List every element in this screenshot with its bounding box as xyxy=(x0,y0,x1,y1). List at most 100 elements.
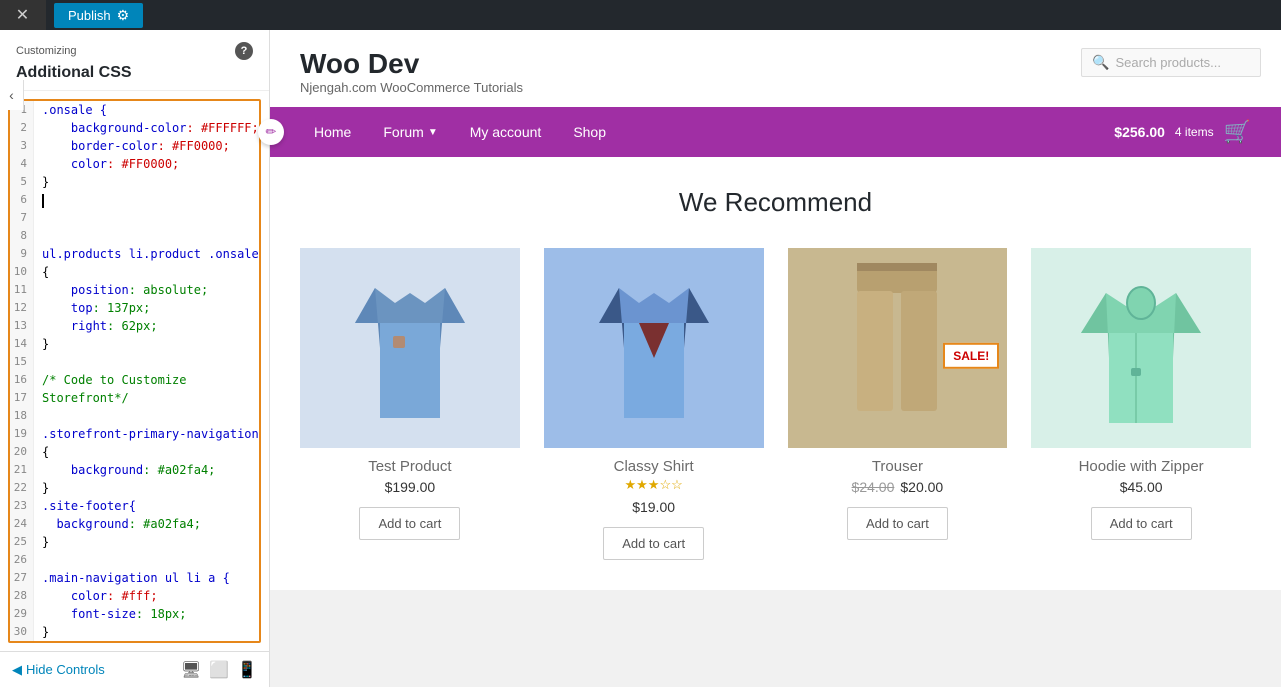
nav-myaccount-label: My account xyxy=(470,124,542,140)
product-image-wrap xyxy=(1031,248,1251,448)
code-line: 22} xyxy=(10,479,259,497)
code-line: 16/* Code to Customize xyxy=(10,371,259,389)
line-number: 22 xyxy=(10,479,34,497)
back-button[interactable]: ‹ xyxy=(0,80,24,110)
line-number: 8 xyxy=(10,227,34,245)
code-line: 7 xyxy=(10,209,259,227)
sidebar-header: Customizing ? Additional CSS xyxy=(0,30,269,91)
line-content: } xyxy=(34,623,49,641)
code-line: 30} xyxy=(10,623,259,641)
line-content: top: 137px; xyxy=(34,299,150,317)
code-line: 28 color: #fff; xyxy=(10,587,259,605)
product-image-wrap xyxy=(544,248,764,448)
line-content: } xyxy=(34,533,49,551)
hide-controls-button[interactable]: ◀ Hide Controls xyxy=(12,662,105,678)
code-line: 5} xyxy=(10,173,259,191)
nav-item-home[interactable]: Home xyxy=(300,107,365,157)
line-content: ul.products li.product .onsale xyxy=(34,245,259,263)
line-content xyxy=(34,191,44,209)
publish-label: Publish xyxy=(68,8,111,23)
add-to-cart-button[interactable]: Add to cart xyxy=(359,507,460,540)
line-number: 23 xyxy=(10,497,34,515)
code-line: 24 background: #a02fa4; xyxy=(10,515,259,533)
add-to-cart-button[interactable]: Add to cart xyxy=(847,507,948,540)
line-number: 6 xyxy=(10,191,34,209)
line-content xyxy=(34,209,42,227)
line-content: background: #a02fa4; xyxy=(34,515,201,533)
cart-count: 4 items xyxy=(1175,125,1214,139)
main-area: Customizing ? Additional CSS ‹ 1.onsale … xyxy=(0,30,1281,687)
code-line: 6 xyxy=(10,191,259,209)
line-number: 28 xyxy=(10,587,34,605)
code-line: 26 xyxy=(10,551,259,569)
tablet-icon[interactable]: ⬜ xyxy=(209,660,229,680)
nav-bar: ✏ Home Forum ▼ My account Shop xyxy=(270,107,1281,157)
search-input[interactable]: Search products... xyxy=(1115,55,1221,70)
line-content: background-color: #FFFFFF; xyxy=(34,119,259,137)
code-line: 20{ xyxy=(10,443,259,461)
close-button[interactable]: ✕ xyxy=(0,0,46,30)
nav-home-label: Home xyxy=(314,124,351,140)
line-number: 9 xyxy=(10,245,34,263)
publish-button[interactable]: Publish ⚙ xyxy=(54,3,143,28)
code-line: 10{ xyxy=(10,263,259,281)
line-number: 25 xyxy=(10,533,34,551)
sidebar: Customizing ? Additional CSS ‹ 1.onsale … xyxy=(0,30,270,687)
line-content: { xyxy=(34,443,49,461)
code-line: 17Storefront*/ xyxy=(10,389,259,407)
line-content: right: 62px; xyxy=(34,317,158,335)
desktop-icon[interactable]: 🖥 xyxy=(181,660,201,680)
product-price: $45.00 xyxy=(1120,479,1163,495)
top-bar: ✕ Publish ⚙ xyxy=(0,0,1281,30)
product-name[interactable]: Hoodie with Zipper xyxy=(1079,458,1204,475)
line-content: } xyxy=(34,335,49,353)
line-number: 14 xyxy=(10,335,34,353)
add-to-cart-button[interactable]: Add to cart xyxy=(1091,507,1192,540)
nav-item-shop[interactable]: Shop xyxy=(559,107,620,157)
code-line: 21 background: #a02fa4; xyxy=(10,461,259,479)
nav-shop-label: Shop xyxy=(573,124,606,140)
code-line: 9ul.products li.product .onsale xyxy=(10,245,259,263)
product-card: Test Product$199.00Add to cart xyxy=(300,248,520,560)
product-image-wrap xyxy=(300,248,520,448)
back-icon: ‹ xyxy=(9,87,14,103)
line-number: 10 xyxy=(10,263,34,281)
cart-area: $256.00 4 items 🛒 xyxy=(1114,119,1251,145)
nav-item-forum[interactable]: Forum ▼ xyxy=(369,107,451,157)
code-line: 2 background-color: #FFFFFF; xyxy=(10,119,259,137)
product-name[interactable]: Trouser xyxy=(872,458,923,475)
code-line: 14} xyxy=(10,335,259,353)
line-content xyxy=(34,407,42,425)
code-line: 27.main-navigation ul li a { xyxy=(10,569,259,587)
code-line: 13 right: 62px; xyxy=(10,317,259,335)
line-number: 24 xyxy=(10,515,34,533)
nav-edit-button[interactable]: ✏ xyxy=(258,119,284,145)
line-content: position: absolute; xyxy=(34,281,208,299)
product-name[interactable]: Test Product xyxy=(368,458,451,475)
code-line: 12 top: 137px; xyxy=(10,299,259,317)
line-number: 5 xyxy=(10,173,34,191)
nav-item-myaccount[interactable]: My account xyxy=(456,107,556,157)
cart-icon[interactable]: 🛒 xyxy=(1224,119,1251,145)
code-line: 8 xyxy=(10,227,259,245)
info-button[interactable]: ? xyxy=(235,42,253,60)
close-icon: ✕ xyxy=(16,5,29,25)
line-number: 15 xyxy=(10,353,34,371)
code-line: 18 xyxy=(10,407,259,425)
sale-price: $20.00 xyxy=(900,479,943,495)
css-editor[interactable]: 1.onsale {2 background-color: #FFFFFF;3 … xyxy=(8,99,261,643)
line-content xyxy=(34,353,42,371)
line-number: 27 xyxy=(10,569,34,587)
customizing-label: Customizing ? xyxy=(16,42,253,60)
code-line: 25} xyxy=(10,533,259,551)
mobile-icon[interactable]: 📱 xyxy=(237,660,257,680)
line-content: Storefront*/ xyxy=(34,389,129,407)
add-to-cart-button[interactable]: Add to cart xyxy=(603,527,704,560)
line-content: { xyxy=(34,263,49,281)
product-name[interactable]: Classy Shirt xyxy=(614,458,694,475)
line-content: color: #FF0000; xyxy=(34,155,179,173)
line-content: .onsale { xyxy=(34,101,107,119)
line-number: 21 xyxy=(10,461,34,479)
product-image-wrap: SALE! xyxy=(788,248,1008,448)
line-number: 7 xyxy=(10,209,34,227)
